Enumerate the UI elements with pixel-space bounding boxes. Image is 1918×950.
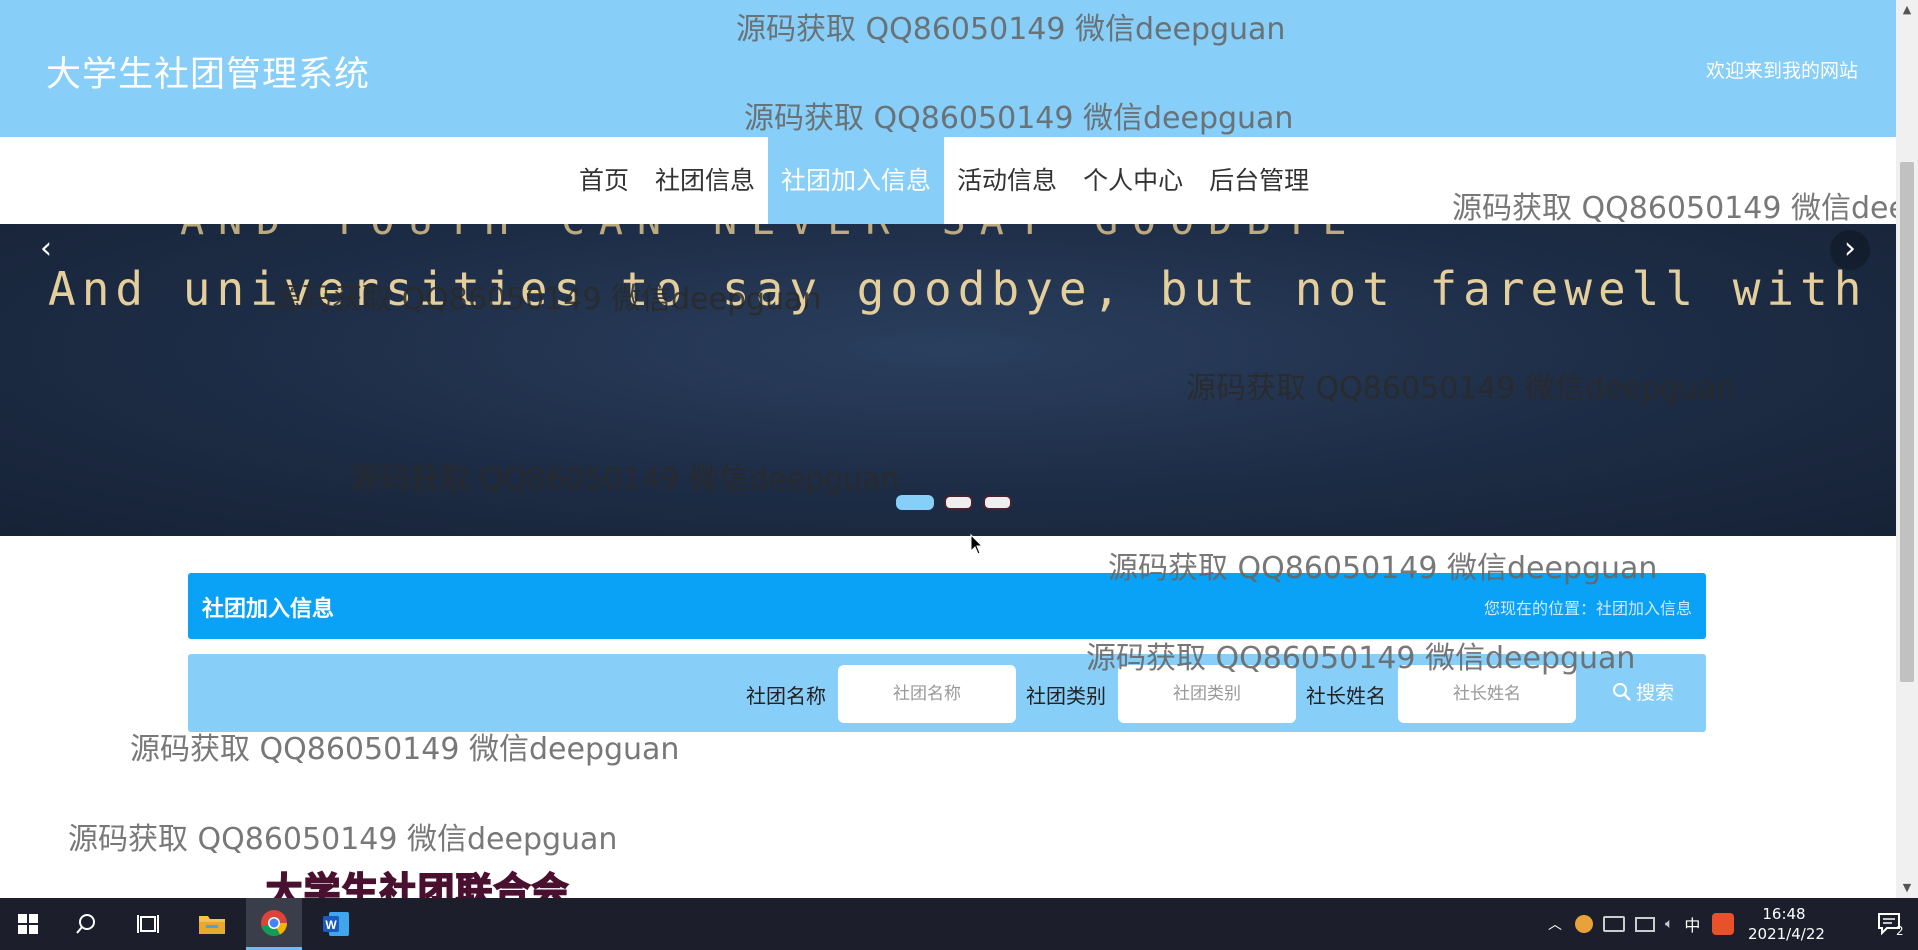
watermark-text: 源码获取 QQ86050149 微信deepguan <box>1452 191 1896 226</box>
carousel-prev-icon[interactable]: ‹ <box>26 230 66 270</box>
notification-count: 2 <box>1896 924 1904 938</box>
watermark-text: 源码获取 QQ86050149 微信deepguan <box>1186 371 1736 406</box>
watermark-text: 源码获取 QQ86050149 微信deepguan <box>68 822 618 857</box>
page-scrollbar[interactable]: ▲ ▼ <box>1896 0 1918 898</box>
watermark-text: 源码获取 QQ86050149 微信deepguan <box>1086 641 1636 676</box>
club-category-label: 社团类别 <box>1026 684 1106 708</box>
watermark-text: 源码获取 QQ86050149 微信deepguan <box>350 462 900 497</box>
windows-start-icon[interactable] <box>0 898 56 950</box>
club-name-input[interactable] <box>838 665 1016 723</box>
watermark-text: 源码获取 QQ86050149 微信deepguan <box>272 282 822 317</box>
carousel-indicators <box>896 495 1012 510</box>
search-button-label: 搜索 <box>1636 682 1675 704</box>
mouse-cursor-icon <box>970 533 984 555</box>
browser-viewport: 大学生社团管理系统 欢迎来到我的网站 首页 社团信息 社团加入信息 活动信息 个… <box>0 0 1896 898</box>
system-tray: ︿ 🔈︎ 中 <box>1540 898 1740 950</box>
carousel-dot-2[interactable] <box>944 495 973 510</box>
volume-icon[interactable]: 🔈︎ <box>1665 916 1673 932</box>
nav-item-club-join[interactable]: 社团加入信息 <box>768 137 945 224</box>
president-name-label: 社长姓名 <box>1306 684 1386 708</box>
nav-item-home[interactable]: 首页 <box>566 137 642 224</box>
clock-time: 16:48 <box>1762 905 1806 923</box>
scroll-up-icon[interactable]: ▲ <box>1896 0 1918 20</box>
nav-item-personal-center[interactable]: 个人中心 <box>1070 137 1196 224</box>
site-title: 大学生社团管理系统 <box>46 55 371 95</box>
carousel-next-icon[interactable]: › <box>1830 230 1870 270</box>
nav-item-activities[interactable]: 活动信息 <box>944 137 1070 224</box>
scrollbar-thumb[interactable] <box>1900 162 1914 682</box>
nav-item-club-info[interactable]: 社团信息 <box>642 137 768 224</box>
welcome-text: 欢迎来到我的网站 <box>1705 60 1858 82</box>
watermark-text: 源码获取 QQ86050149 微信deepguan <box>736 12 1286 47</box>
section-title: 社团加入信息 <box>202 597 335 622</box>
search-button[interactable]: 搜索 <box>1612 678 1674 705</box>
ime-indicator[interactable]: 中 <box>1684 912 1700 936</box>
battery-icon[interactable] <box>1603 916 1625 932</box>
taskbar-clock[interactable]: 16:48 2021/4/22 <box>1748 904 1825 944</box>
svg-text:W: W <box>325 918 337 932</box>
watermark-text: 源码获取 QQ86050149 微信deepguan <box>130 732 680 767</box>
notification-center-icon[interactable]: 2 <box>1862 898 1918 950</box>
search-icon[interactable] <box>58 898 114 950</box>
watermark-text: 源码获取 QQ86050149 微信deepguan <box>1108 551 1658 586</box>
carousel-dot-3[interactable] <box>983 495 1012 510</box>
qq-icon[interactable] <box>1575 915 1593 933</box>
sogou-ime-icon[interactable] <box>1712 913 1735 935</box>
nav-item-admin[interactable]: 后台管理 <box>1196 137 1322 224</box>
network-icon[interactable] <box>1635 916 1655 932</box>
banner-top-text: AND YOUTH CAN NEVER SAY GOODBYE <box>180 224 1361 244</box>
carousel-dot-1[interactable] <box>896 495 934 510</box>
show-hidden-icons-icon[interactable]: ︿ <box>1548 914 1562 934</box>
scroll-down-icon[interactable]: ▼ <box>1896 878 1918 898</box>
search-icon <box>1613 683 1631 701</box>
windows-taskbar: W ︿ 🔈︎ 中 16:48 2021/4/22 2 <box>0 898 1918 950</box>
chrome-icon[interactable] <box>246 898 302 950</box>
file-explorer-icon[interactable] <box>184 898 240 950</box>
club-union-logo: 大学生社团联合会 <box>265 870 571 898</box>
breadcrumb: 您现在的位置：社团加入信息 <box>1483 599 1692 618</box>
club-name-label: 社团名称 <box>746 684 826 708</box>
clock-date: 2021/4/22 <box>1748 925 1825 943</box>
task-view-icon[interactable] <box>120 898 176 950</box>
watermark-text: 源码获取 QQ86050149 微信deepguan <box>744 101 1294 136</box>
word-icon[interactable]: W <box>308 898 364 950</box>
